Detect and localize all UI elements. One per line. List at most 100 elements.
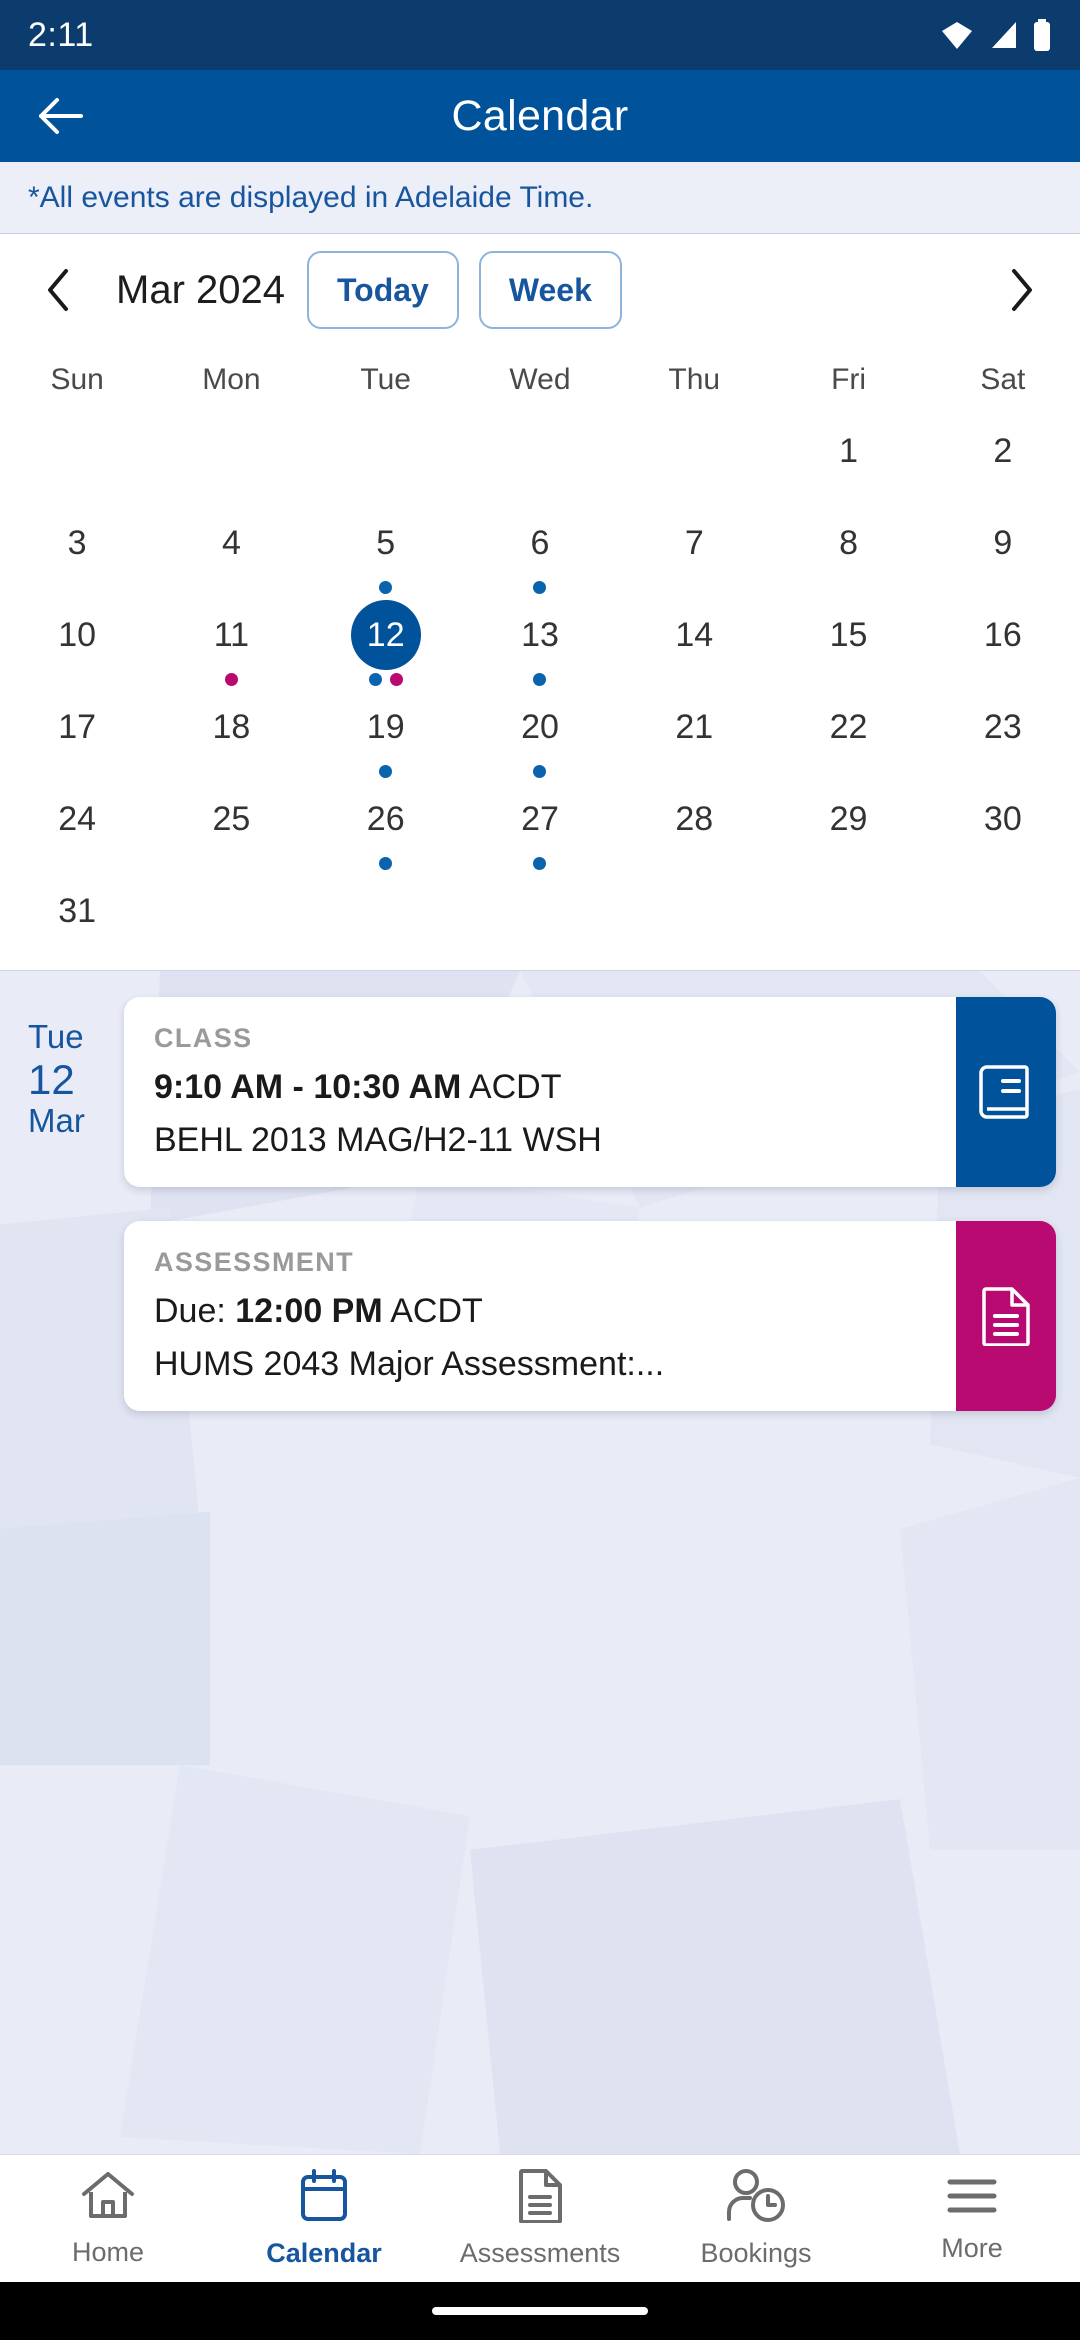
nav-item-bookings[interactable]: Bookings — [648, 2168, 864, 2269]
calendar-empty-cell — [463, 874, 617, 966]
calendar-day-number[interactable]: 13 — [505, 600, 575, 670]
calendar-day-cell[interactable]: 23 — [926, 690, 1080, 782]
calendar-day-cell[interactable]: 21 — [617, 690, 771, 782]
calendar-day-cell[interactable]: 6 — [463, 506, 617, 598]
gesture-pill[interactable] — [432, 2307, 648, 2315]
calendar-day-selected[interactable]: 12 — [350, 600, 421, 670]
nav-item-home[interactable]: Home — [0, 2170, 216, 2268]
calendar-day-cell[interactable]: 27 — [463, 782, 617, 874]
calendar-day-number[interactable]: 19 — [351, 692, 421, 762]
event-card[interactable]: CLASS 9:10 AM - 10:30 AM ACDT BEHL 2013 MA… — [124, 997, 1056, 1187]
calendar-day-cell[interactable]: 10 — [0, 598, 154, 690]
calendar-day-cell[interactable]: 8 — [771, 506, 925, 598]
back-button[interactable] — [26, 82, 94, 150]
calendar-day-cell[interactable]: 14 — [617, 598, 771, 690]
calendar-day-number[interactable]: 4 — [196, 508, 266, 578]
calendar-day-number[interactable]: 18 — [196, 692, 266, 762]
calendar-day-cell[interactable]: 13 — [463, 598, 617, 690]
event-time-value: 12:00 PM — [235, 1292, 383, 1330]
calendar-day-cell[interactable]: 2 — [926, 414, 1080, 506]
nav-item-calendar[interactable]: Calendar — [216, 2168, 432, 2269]
calendar-day-number[interactable]: 23 — [968, 692, 1038, 762]
nav-item-label: More — [941, 2232, 1003, 2263]
calendar-day-number[interactable]: 20 — [505, 692, 575, 762]
event-dot-group — [379, 855, 393, 871]
month-navigation: Mar 2024 Today Week — [0, 234, 1080, 346]
calendar-day-number[interactable]: 14 — [659, 600, 729, 670]
calendar-day-number[interactable]: 28 — [659, 784, 729, 854]
event-time: Due: 12:00 PM ACDT — [154, 1292, 930, 1331]
event-dot — [533, 856, 547, 870]
calendar-day-cell[interactable]: 15 — [771, 598, 925, 690]
event-dot-group — [379, 579, 393, 595]
calendar-day-number[interactable]: 5 — [351, 508, 421, 578]
calendar-day-number[interactable]: 21 — [659, 692, 729, 762]
event-card-body: ASSESSMENT Due: 12:00 PM ACDT HUMS 2043 Ma… — [124, 1221, 956, 1411]
calendar-day-cell[interactable]: 18 — [154, 690, 308, 782]
calendar-day-cell[interactable]: 12 — [309, 598, 463, 690]
calendar-day-cell[interactable]: 5 — [309, 506, 463, 598]
calendar-day-cell[interactable]: 30 — [926, 782, 1080, 874]
event-card[interactable]: ASSESSMENT Due: 12:00 PM ACDT HUMS 2043 Ma… — [124, 1221, 1056, 1411]
calendar-day-number[interactable]: 25 — [196, 784, 266, 854]
today-button[interactable]: Today — [306, 251, 459, 329]
calendar-day-number[interactable]: 11 — [196, 600, 266, 670]
calendar-empty-cell — [154, 414, 308, 506]
weekday-label: Fri — [831, 363, 867, 396]
calendar-day-number[interactable]: 15 — [814, 600, 884, 670]
calendar-empty-cell — [154, 874, 308, 966]
calendar-day-number[interactable]: 29 — [814, 784, 884, 854]
event-dot-group — [224, 671, 238, 687]
calendar-day-number[interactable]: 3 — [42, 508, 112, 578]
event-dot-group — [533, 763, 547, 779]
calendar-day-cell[interactable]: 17 — [0, 690, 154, 782]
calendar-day-cell[interactable]: 4 — [154, 506, 308, 598]
calendar-day-cell[interactable]: 20 — [463, 690, 617, 782]
nav-item-assessments[interactable]: Assessments — [432, 2168, 648, 2269]
calendar-day-cell[interactable]: 24 — [0, 782, 154, 874]
calendar-day-number[interactable]: 26 — [351, 784, 421, 854]
calendar-day-number[interactable]: 16 — [968, 600, 1038, 670]
calendar-day-number[interactable]: 2 — [968, 416, 1038, 486]
week-view-button[interactable]: Week — [478, 251, 622, 329]
calendar-day-cell[interactable]: 25 — [154, 782, 308, 874]
calendar-icon — [299, 2168, 349, 2228]
calendar-day-number[interactable]: 24 — [42, 784, 112, 854]
calendar-day-cell[interactable]: 7 — [617, 506, 771, 598]
calendar-day-number[interactable]: 22 — [814, 692, 884, 762]
calendar-day-number[interactable]: 10 — [42, 600, 112, 670]
event-kind-label: CLASS — [154, 1023, 253, 1053]
calendar-day-number[interactable]: 1 — [814, 416, 884, 486]
calendar-panel: Mar 2024 Today Week Sun Mon Tue Wed Thu … — [0, 234, 1080, 970]
calendar-day-number[interactable]: 6 — [505, 508, 575, 578]
calendar-day-cell[interactable]: 16 — [926, 598, 1080, 690]
calendar-day-cell[interactable]: 9 — [926, 506, 1080, 598]
status-bar: 2:11 — [0, 0, 1080, 70]
status-icons — [940, 19, 1052, 51]
calendar-day-cell[interactable]: 29 — [771, 782, 925, 874]
calendar-day-number[interactable]: 30 — [968, 784, 1038, 854]
calendar-day-cell[interactable]: 31 — [0, 874, 154, 966]
calendar-day-number[interactable]: 17 — [42, 692, 112, 762]
calendar-day-cell[interactable]: 28 — [617, 782, 771, 874]
calendar-day-number[interactable]: 31 — [42, 876, 112, 946]
calendar-day-cell[interactable]: 22 — [771, 690, 925, 782]
next-month-button[interactable] — [990, 259, 1052, 321]
event-dot — [368, 672, 382, 686]
agenda-date: Tue 12 Mar — [0, 997, 124, 1411]
book-icon — [956, 997, 1056, 1187]
calendar-week-row: 17 18 19 20 21 22 23 — [0, 690, 1080, 782]
calendar-day-number[interactable]: 27 — [505, 784, 575, 854]
calendar-day-cell[interactable]: 3 — [0, 506, 154, 598]
battery-icon — [1032, 19, 1052, 51]
nav-item-more[interactable]: More — [864, 2174, 1080, 2264]
prev-month-button[interactable] — [28, 259, 90, 321]
calendar-day-cell[interactable]: 11 — [154, 598, 308, 690]
calendar-day-number[interactable]: 7 — [659, 508, 729, 578]
calendar-day-number[interactable]: 9 — [968, 508, 1038, 578]
calendar-day-cell[interactable]: 26 — [309, 782, 463, 874]
calendar-day-number[interactable]: 8 — [814, 508, 884, 578]
agenda-panel: Tue 12 Mar CLASS 9:10 AM - 10:30 AM ACDT B… — [0, 970, 1080, 2154]
calendar-day-cell[interactable]: 19 — [309, 690, 463, 782]
calendar-day-cell[interactable]: 1 — [771, 414, 925, 506]
